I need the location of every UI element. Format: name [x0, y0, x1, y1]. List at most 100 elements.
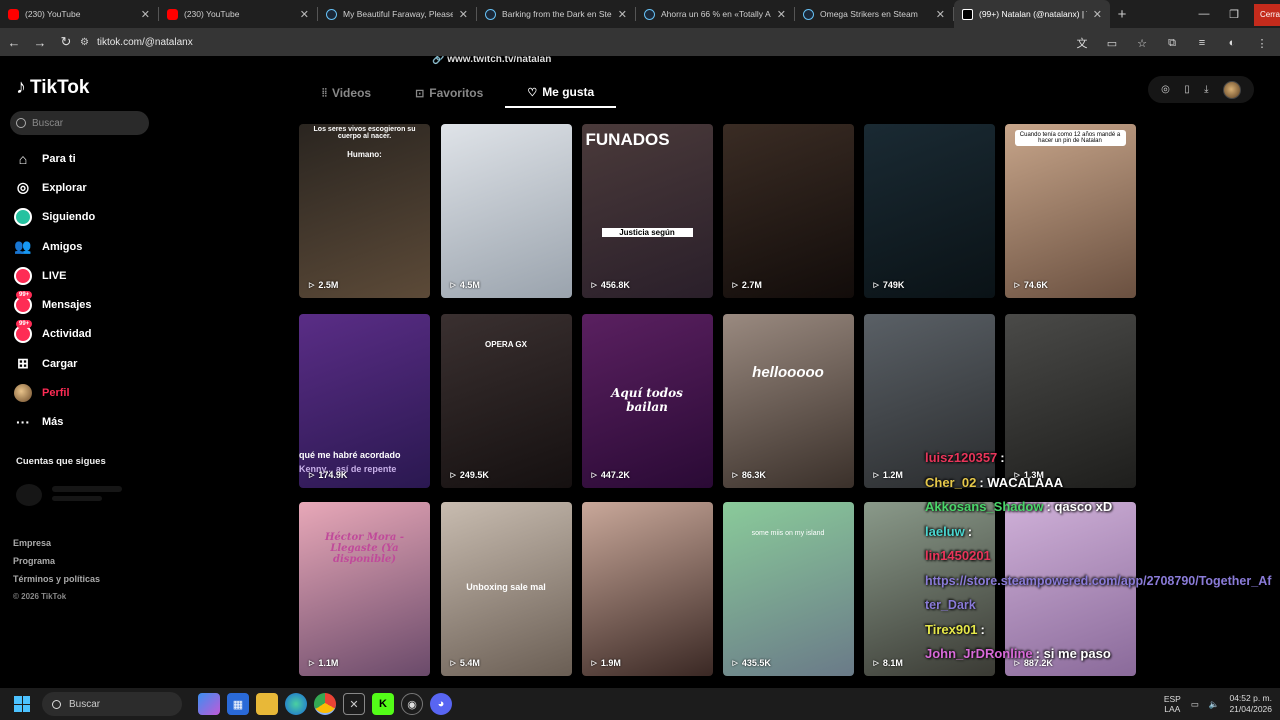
back-icon[interactable]: ←: [2, 30, 26, 54]
bookmark-star-icon[interactable]: ☆: [1130, 31, 1154, 55]
video-thumbnail[interactable]: hellooooo ▷ 86.3K: [722, 314, 854, 488]
cast-icon[interactable]: ▭: [1100, 31, 1124, 55]
tab-search-icon[interactable]: ≡: [1190, 31, 1214, 55]
phone-icon[interactable]: ▯: [1184, 84, 1190, 95]
copyright: © 2026 TikTok: [13, 592, 67, 601]
network-icon[interactable]: ▭: [1191, 699, 1199, 710]
browser-tab[interactable]: (99+) Natalan (@natalanx) | Tik ✕: [954, 0, 1110, 28]
play-icon: ▷: [450, 282, 456, 289]
sidebar-item-mensajes[interactable]: 99+ Mensajes: [14, 290, 95, 319]
kick-icon[interactable]: K: [372, 693, 394, 715]
user-avatar[interactable]: [1222, 80, 1241, 99]
browser-tab[interactable]: (230) YouTube ✕: [0, 0, 158, 28]
language-indicator[interactable]: ESP LAA: [1164, 694, 1181, 714]
video-thumbnail[interactable]: ▷ 2.7M: [722, 124, 854, 298]
address-bar[interactable]: ⚙ tiktok.com/@natalanx: [80, 32, 1160, 52]
tab-close-icon[interactable]: ✕: [300, 8, 309, 21]
clock-time: 04:52 p. m.: [1229, 693, 1272, 703]
sidebar: ♪ TikTok Buscar ⌂ Para ti ◎ Explorar Siguien…: [0, 56, 165, 688]
browser-tab[interactable]: My Beautiful Faraway, Please D ✕: [318, 0, 476, 28]
compass-icon[interactable]: ◎: [1161, 84, 1170, 95]
tab-close-icon[interactable]: ✕: [618, 8, 627, 21]
sidebar-item-live[interactable]: LIVE: [14, 261, 95, 290]
browser-tab[interactable]: (230) YouTube ✕: [159, 0, 317, 28]
minimize-window-button[interactable]: —: [1188, 0, 1220, 28]
volume-icon[interactable]: 🔈: [1209, 699, 1220, 710]
twitch-link-text[interactable]: www.twitch.tv/natalan: [447, 56, 551, 65]
clock[interactable]: 04:52 p. m. 21/04/2026: [1229, 693, 1272, 715]
obs-icon[interactable]: ◉: [401, 693, 423, 715]
video-caption: qué me habré acordado: [299, 450, 401, 460]
tab-close-icon[interactable]: ✕: [1093, 8, 1102, 21]
browser-tab[interactable]: Omega Strikers en Steam ✕: [795, 0, 953, 28]
video-thumbnail[interactable]: ▷ 749K: [863, 124, 995, 298]
taskbar-search[interactable]: Buscar: [42, 692, 182, 716]
video-thumbnail[interactable]: Cuando tenía como 12 años mandé a hacer …: [1004, 124, 1136, 298]
windows-start-icon[interactable]: [14, 696, 30, 712]
sidebar-item-label: Más: [42, 416, 64, 429]
video-thumbnail[interactable]: qué me habré acordado Kenny... así de rep…: [299, 314, 430, 488]
app-icon[interactable]: ✕: [343, 693, 365, 715]
sidebar-item-actividad[interactable]: 99+ Actividad: [14, 320, 95, 349]
store-icon[interactable]: ▦: [227, 693, 249, 715]
play-icon: ▷: [591, 472, 597, 479]
footer-link[interactable]: Términos y políticas: [13, 570, 100, 588]
video-thumbnail[interactable]: OPERA GX ▷ 249.5K: [440, 314, 572, 488]
tab-close-icon[interactable]: ✕: [936, 8, 945, 21]
footer-link[interactable]: Empresa: [13, 534, 100, 552]
sidebar-item-explorar[interactable]: ◎ Explorar: [14, 173, 95, 202]
browser-tab[interactable]: Ahorra un 66 % en «Totally Acc ✕: [636, 0, 794, 28]
tab-close-icon[interactable]: ✕: [777, 8, 786, 21]
discord-icon[interactable]: ◕: [430, 693, 452, 715]
url-text[interactable]: tiktok.com/@natalanx: [97, 37, 193, 48]
video-thumbnail[interactable]: ▷ 1.9M: [581, 502, 713, 676]
twitch-link[interactable]: 🔗 www.twitch.tv/natalan: [432, 56, 551, 65]
chat-text[interactable]: https://store.steampowered.com/app/27087…: [925, 569, 1275, 618]
sidebar-item-perfil[interactable]: Perfil: [14, 378, 95, 407]
maximize-window-button[interactable]: ❐: [1218, 0, 1250, 28]
forward-icon[interactable]: →: [28, 30, 52, 54]
video-thumbnail[interactable]: some miis on my island ▷ 435.5K: [722, 502, 854, 676]
translate-icon[interactable]: 文: [1070, 31, 1094, 55]
new-tab-icon[interactable]: +: [1110, 0, 1134, 28]
sidebar-item-siguiendo[interactable]: Siguiendo: [14, 203, 95, 232]
video-thumbnail[interactable]: ▷ 4.5M: [440, 124, 572, 298]
video-thumbnail[interactable]: Los seres vivos escogieron su cuerpo al …: [299, 124, 430, 298]
tab-title: (230) YouTube: [184, 9, 240, 19]
browser-tab[interactable]: Barking from the Dark en Steam ✕: [477, 0, 635, 28]
copilot-icon[interactable]: [198, 693, 220, 715]
tab-me-gusta[interactable]: ♡ Me gusta: [505, 78, 617, 108]
extensions-icon[interactable]: ⧉: [1160, 31, 1184, 55]
video-thumbnail[interactable]: Unboxing sale mal ▷ 5.4M: [440, 502, 572, 676]
sidebar-item-label: Mensajes: [42, 299, 92, 312]
sidebar-item-cargar[interactable]: ⊞ Cargar: [14, 349, 95, 378]
menu-icon[interactable]: ⋮: [1250, 31, 1274, 55]
tab-close-icon[interactable]: ✕: [141, 8, 150, 21]
view-count: ▷ 456.8K: [592, 280, 630, 290]
footer-link[interactable]: Programa: [13, 552, 100, 570]
video-thumbnail[interactable]: Aquí todos bailan ▷ 447.2K: [581, 314, 713, 488]
search-icon: [16, 118, 26, 128]
sidebar-item-amigos[interactable]: 👥 Amigos: [14, 232, 95, 261]
video-caption-secondary: Justicia según: [601, 228, 693, 237]
reload-icon[interactable]: ↻: [54, 30, 78, 54]
sidebar-item-label: Para ti: [42, 152, 76, 165]
sidebar-item-para-ti[interactable]: ⌂ Para ti: [14, 144, 95, 173]
file-explorer-icon[interactable]: [256, 693, 278, 715]
tab-favoritos[interactable]: ⊡ Favoritos: [393, 78, 505, 108]
tiktok-logo[interactable]: ♪ TikTok: [16, 76, 89, 99]
video-thumbnail[interactable]: FUNADOS Justicia según ▷ 456.8K: [581, 124, 713, 298]
profile-icon[interactable]: ◐: [1220, 31, 1244, 55]
sidebar-item-label: LIVE: [42, 269, 67, 282]
chrome-icon[interactable]: [314, 693, 336, 715]
site-info-icon[interactable]: ⚙: [80, 37, 89, 48]
sidebar-item-mas[interactable]: ··· Más: [14, 408, 95, 437]
search-input[interactable]: Buscar: [10, 111, 149, 135]
download-icon[interactable]: ⤓: [1204, 84, 1208, 95]
edge-icon[interactable]: [285, 693, 307, 715]
tab-videos[interactable]: ⦙⦙ Videos: [300, 78, 393, 108]
tab-close-icon[interactable]: ✕: [459, 8, 468, 21]
video-thumbnail[interactable]: Héctor Mora - Llegaste (Ya disponible) ▷ 1…: [299, 502, 430, 676]
avatar: [14, 384, 32, 403]
stream-chat-overlay: luisz120357: Cher_02: WACALAAA Akkosans_Sh…: [925, 446, 1280, 667]
